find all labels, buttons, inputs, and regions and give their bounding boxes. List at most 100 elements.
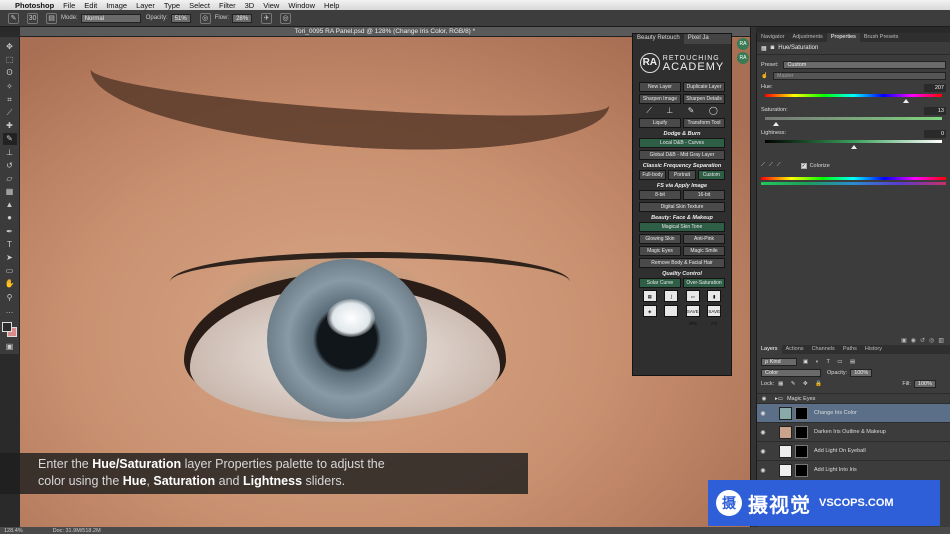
ra-panel-icon[interactable]: RA xyxy=(737,38,749,50)
remove-hair-button[interactable]: Remove Body & Facial Hair xyxy=(639,258,725,268)
layer-group-row[interactable]: ◉ ▸▭ Magic Eyes xyxy=(757,393,950,403)
dodge-tool-icon[interactable]: ● xyxy=(3,212,17,224)
zoom-tool-icon[interactable]: ⚲ xyxy=(3,292,17,304)
anti-pink-button[interactable]: Anti-Pink xyxy=(683,234,725,244)
menu-3d[interactable]: 3D xyxy=(245,1,255,10)
menu-photoshop[interactable]: Photoshop xyxy=(15,1,54,10)
history-brush-tool-icon[interactable]: ↺ xyxy=(3,160,17,172)
menu-edit[interactable]: Edit xyxy=(84,1,97,10)
eyedropper-minus-icon[interactable]: ⟋ xyxy=(777,162,781,169)
new-layer-button[interactable]: New Layer xyxy=(639,82,681,92)
target-adjust-icon[interactable]: ☝ xyxy=(761,73,768,79)
eye-icon[interactable]: ◉ xyxy=(757,410,769,417)
grid-icon[interactable]: ▦ xyxy=(642,290,657,302)
magic-eyes-button[interactable]: Magic Eyes xyxy=(639,246,681,256)
curve-icon[interactable]: ∫ xyxy=(664,290,679,302)
menu-select[interactable]: Select xyxy=(189,1,210,10)
tab-adjustments[interactable]: Adjustments xyxy=(789,33,827,42)
size-icon[interactable] xyxy=(664,305,679,317)
lasso-tool-icon[interactable]: ʘ xyxy=(3,67,17,79)
saturation-slider-thumb[interactable] xyxy=(772,122,779,126)
path-select-tool-icon[interactable]: ➤ xyxy=(3,252,17,264)
smudge-icon[interactable]: ✎ xyxy=(688,106,695,118)
fs-portrait-button[interactable]: Portrait xyxy=(668,170,696,180)
layer-mask-thumbnail[interactable] xyxy=(795,406,808,420)
brush-icon[interactable]: ⟋ xyxy=(646,106,652,118)
flow-field[interactable]: 28% xyxy=(232,13,253,23)
menu-window[interactable]: Window xyxy=(288,1,315,10)
tab-paths[interactable]: Paths xyxy=(839,345,861,354)
shape-tool-icon[interactable]: ▭ xyxy=(3,265,17,277)
tab-actions[interactable]: Actions xyxy=(782,345,808,354)
frame-icon[interactable]: ▭ xyxy=(685,290,700,302)
brush-tool-icon[interactable]: ✎ xyxy=(2,133,17,146)
quick-select-tool-icon[interactable]: ✧ xyxy=(3,81,17,93)
digital-skin-texture-button[interactable]: Digital Skin Texture xyxy=(639,202,725,212)
layer-row[interactable]: ◉ Change Iris Color xyxy=(757,403,950,422)
lightness-slider[interactable] xyxy=(765,140,942,143)
blend-mode-select[interactable]: Color xyxy=(761,368,821,377)
pressure-size-icon[interactable]: ◎ xyxy=(280,12,292,24)
histogram-icon[interactable]: ▮ xyxy=(707,290,722,302)
preset-select[interactable]: Custom xyxy=(783,60,946,69)
opacity-field[interactable]: 51% xyxy=(170,13,191,23)
clone-stamp-tool-icon[interactable]: ⊥ xyxy=(3,147,17,159)
airbrush-icon[interactable]: ✈ xyxy=(261,12,273,24)
eyedropper-icon[interactable]: ⟋ xyxy=(761,162,765,169)
clip-to-layer-icon[interactable]: ▣ xyxy=(901,337,907,344)
tab-history[interactable]: History xyxy=(861,345,886,354)
menu-type[interactable]: Type xyxy=(164,1,180,10)
layer-row[interactable]: ◉ Add Light Into Iris xyxy=(757,460,950,479)
fs-full-body-button[interactable]: Full-body xyxy=(639,170,667,180)
extra-tools-icon[interactable]: … xyxy=(3,305,17,317)
brush-tool-icon[interactable]: ✎ xyxy=(8,12,19,24)
save-jpg-icon[interactable]: SAVE JPG xyxy=(685,305,700,326)
tab-channels[interactable]: Channels xyxy=(808,345,839,354)
transform-tool-button[interactable]: Transform Tool xyxy=(683,118,725,128)
healing-brush-tool-icon[interactable]: ✚ xyxy=(3,120,17,132)
colorize-checkbox[interactable]: ✓ xyxy=(800,162,807,169)
kind-filter-select[interactable]: ρ Kind xyxy=(761,357,797,366)
brush-size-picker[interactable]: 30 xyxy=(27,12,38,24)
layer-mask-thumbnail[interactable] xyxy=(795,463,808,477)
tab-layers[interactable]: Layers xyxy=(757,345,782,354)
eye-icon[interactable]: ◉ xyxy=(757,396,771,402)
hue-slider[interactable] xyxy=(765,94,942,97)
stamp-icon[interactable]: ⊥ xyxy=(666,106,673,118)
ra-panel-icon[interactable]: RA xyxy=(737,52,749,64)
view-previous-icon[interactable]: ◉ xyxy=(911,337,916,344)
crop-tool-icon[interactable]: ⌗ xyxy=(3,94,17,106)
fs-16bit-button[interactable]: 16-bit xyxy=(683,190,725,200)
sharpen-image-button[interactable]: Sharpen Image xyxy=(639,94,681,104)
fill-field[interactable]: 100% xyxy=(913,379,936,388)
move-tool-icon[interactable]: ✥ xyxy=(3,41,17,53)
menu-help[interactable]: Help xyxy=(324,1,339,10)
fs-8bit-button[interactable]: 8-bit xyxy=(639,190,681,200)
eraser-tool-icon[interactable]: ▱ xyxy=(3,173,17,185)
channel-select[interactable]: Master xyxy=(772,71,946,80)
menu-image[interactable]: Image xyxy=(106,1,127,10)
tab-brush-presets[interactable]: Brush Presets xyxy=(860,33,903,42)
color-swatches[interactable] xyxy=(1,321,18,337)
marquee-tool-icon[interactable]: ⬚ xyxy=(3,54,17,66)
zoom-level[interactable]: 128.4% xyxy=(4,528,23,534)
liquify-button[interactable]: Liquify xyxy=(639,118,681,128)
menu-filter[interactable]: Filter xyxy=(219,1,236,10)
magic-smile-button[interactable]: Magic Smile xyxy=(683,246,725,256)
layer-mask-thumbnail[interactable] xyxy=(795,425,808,439)
type-tool-icon[interactable]: T xyxy=(3,239,17,251)
lasso-icon[interactable]: ◯ xyxy=(709,106,718,118)
menu-view[interactable]: View xyxy=(263,1,279,10)
pressure-opacity-icon[interactable]: ◎ xyxy=(199,12,211,24)
menu-layer[interactable]: Layer xyxy=(136,1,155,10)
gradient-tool-icon[interactable]: ▦ xyxy=(3,186,17,198)
filter-icons[interactable]: ▣ ◐ T ▭ ▤ xyxy=(803,359,858,365)
screen-mode-icon[interactable]: ▣ xyxy=(3,341,17,353)
save-ps-icon[interactable]: SAVE PS xyxy=(707,305,722,326)
hand-tool-icon[interactable]: ✋ xyxy=(3,278,17,290)
tab-properties[interactable]: Properties xyxy=(826,33,860,42)
saturation-slider[interactable] xyxy=(765,117,942,120)
mode-select[interactable]: Normal xyxy=(80,13,141,23)
reset-icon[interactable]: ↺ xyxy=(920,337,925,344)
layers-icon[interactable]: ◈ xyxy=(642,305,657,317)
